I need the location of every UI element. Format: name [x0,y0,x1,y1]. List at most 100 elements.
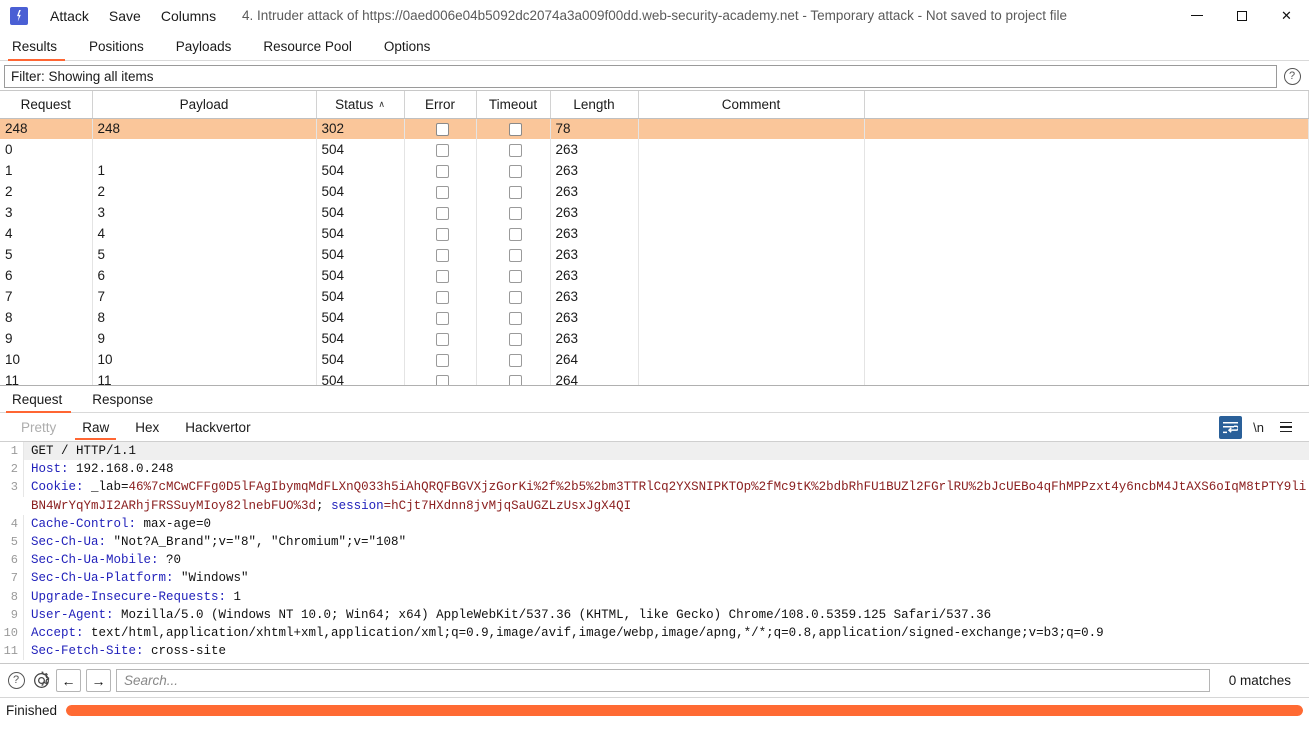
tab-payloads[interactable]: Payloads [160,32,248,60]
table-row[interactable]: 248 248 302 78 [0,118,1309,139]
checkbox-icon[interactable] [509,353,522,367]
checkbox-icon[interactable] [509,143,522,157]
attack-menu[interactable]: Attack [40,5,99,27]
table-row[interactable]: 1 1 504 263 [0,160,1309,181]
column-header-timeout[interactable]: Timeout [476,91,551,119]
view-tab-pretty[interactable]: Pretty [8,413,69,441]
cell-error[interactable] [404,370,477,385]
view-tab-raw[interactable]: Raw [69,413,122,441]
cell-error[interactable] [404,307,477,328]
cell-timeout[interactable] [476,139,551,160]
search-input[interactable] [116,669,1210,692]
columns-menu[interactable]: Columns [151,5,226,27]
checkbox-icon[interactable] [436,311,449,325]
table-row[interactable]: 2 2 504 263 [0,181,1309,202]
checkbox-icon[interactable] [436,269,449,283]
cell-error[interactable] [404,118,477,139]
column-header-error[interactable]: Error [404,91,477,119]
results-table-container[interactable]: Request Payload Status ∧ Error Timeout Le… [0,90,1309,386]
tab-response[interactable]: Response [77,386,168,412]
request-line-text[interactable]: User-Agent: Mozilla/5.0 (Windows NT 10.0… [24,606,1309,624]
table-row[interactable]: 4 4 504 263 [0,223,1309,244]
checkbox-icon[interactable] [509,269,522,283]
checkbox-icon[interactable] [436,248,449,262]
table-row[interactable]: 0 504 263 [0,139,1309,160]
tab-resource-pool[interactable]: Resource Pool [247,32,368,60]
column-header-comment[interactable]: Comment [638,91,865,119]
cell-timeout[interactable] [476,286,551,307]
checkbox-icon[interactable] [436,164,449,178]
checkbox-icon[interactable] [436,374,449,385]
cell-timeout[interactable] [476,160,551,181]
checkbox-icon[interactable] [436,185,449,199]
checkbox-icon[interactable] [509,227,522,241]
cell-timeout[interactable] [476,370,551,385]
cell-timeout[interactable] [476,349,551,370]
checkbox-icon[interactable] [509,206,522,220]
request-line-text[interactable]: Accept: text/html,application/xhtml+xml,… [24,624,1309,642]
checkbox-icon[interactable] [436,206,449,220]
checkbox-icon[interactable] [509,290,522,304]
cell-timeout[interactable] [476,223,551,244]
request-line-text[interactable]: Sec-Fetch-Site: cross-site [24,642,1309,660]
column-header-status[interactable]: Status ∧ [316,91,405,119]
cell-error[interactable] [404,160,477,181]
cell-error[interactable] [404,349,477,370]
table-row[interactable]: 10 10 504 264 [0,349,1309,370]
minimize-button[interactable] [1174,0,1219,32]
request-line-text[interactable]: Sec-Ch-Ua-Platform: "Windows" [24,569,1309,587]
save-menu[interactable]: Save [99,5,151,27]
request-line-text[interactable]: Sec-Ch-Ua: "Not?A_Brand";v="8", "Chromiu… [24,533,1309,551]
cell-timeout[interactable] [476,328,551,349]
search-previous-button[interactable]: ← [56,669,81,692]
gear-icon[interactable] [31,671,51,691]
table-row[interactable]: 7 7 504 263 [0,286,1309,307]
cell-error[interactable] [404,139,477,160]
help-icon[interactable]: ? [6,671,26,691]
table-row[interactable]: 11 11 504 264 [0,370,1309,385]
checkbox-icon[interactable] [436,332,449,346]
checkbox-icon[interactable] [436,353,449,367]
column-header-request[interactable]: Request [0,91,93,119]
request-line-text[interactable]: Cookie: _lab=46%7cMCwCFFg0D5lFAgIbymqMdF… [24,478,1309,514]
table-row[interactable]: 8 8 504 263 [0,307,1309,328]
filter-help-button[interactable]: ? [1279,65,1305,88]
cell-error[interactable] [404,181,477,202]
newline-toggle[interactable]: \n [1248,418,1269,437]
search-next-button[interactable]: → [86,669,111,692]
checkbox-icon[interactable] [509,374,522,385]
tab-positions[interactable]: Positions [73,32,160,60]
cell-timeout[interactable] [476,307,551,328]
filter-field[interactable]: Filter: Showing all items [4,65,1277,88]
editor-menu-icon[interactable] [1275,420,1297,435]
table-row[interactable]: 5 5 504 263 [0,244,1309,265]
request-editor[interactable]: 1 GET / HTTP/1.1 2 Host: 192.168.0.248 3 Cook… [0,441,1309,663]
word-wrap-icon[interactable] [1219,415,1243,439]
checkbox-icon[interactable] [509,248,522,262]
checkbox-icon[interactable] [509,123,522,137]
checkbox-icon[interactable] [436,290,449,304]
checkbox-icon[interactable] [509,311,522,325]
request-line-text[interactable]: GET / HTTP/1.1 [24,442,1309,461]
table-row[interactable]: 3 3 504 263 [0,202,1309,223]
checkbox-icon[interactable] [436,227,449,241]
checkbox-icon[interactable] [436,123,449,137]
cell-error[interactable] [404,328,477,349]
cell-timeout[interactable] [476,265,551,286]
table-row[interactable]: 9 9 504 263 [0,328,1309,349]
cell-timeout[interactable] [476,181,551,202]
tab-options[interactable]: Options [368,32,447,60]
close-button[interactable]: ✕ [1264,0,1309,32]
cell-error[interactable] [404,202,477,223]
checkbox-icon[interactable] [509,185,522,199]
checkbox-icon[interactable] [509,332,522,346]
request-line-text[interactable]: Host: 192.168.0.248 [24,460,1309,478]
request-line-text[interactable]: Sec-Ch-Ua-Mobile: ?0 [24,551,1309,569]
cell-timeout[interactable] [476,244,551,265]
cell-timeout[interactable] [476,202,551,223]
column-header-payload[interactable]: Payload [92,91,317,119]
request-line-text[interactable]: Cache-Control: max-age=0 [24,515,1309,533]
tab-results[interactable]: Results [0,32,73,61]
cell-error[interactable] [404,286,477,307]
checkbox-icon[interactable] [509,164,522,178]
